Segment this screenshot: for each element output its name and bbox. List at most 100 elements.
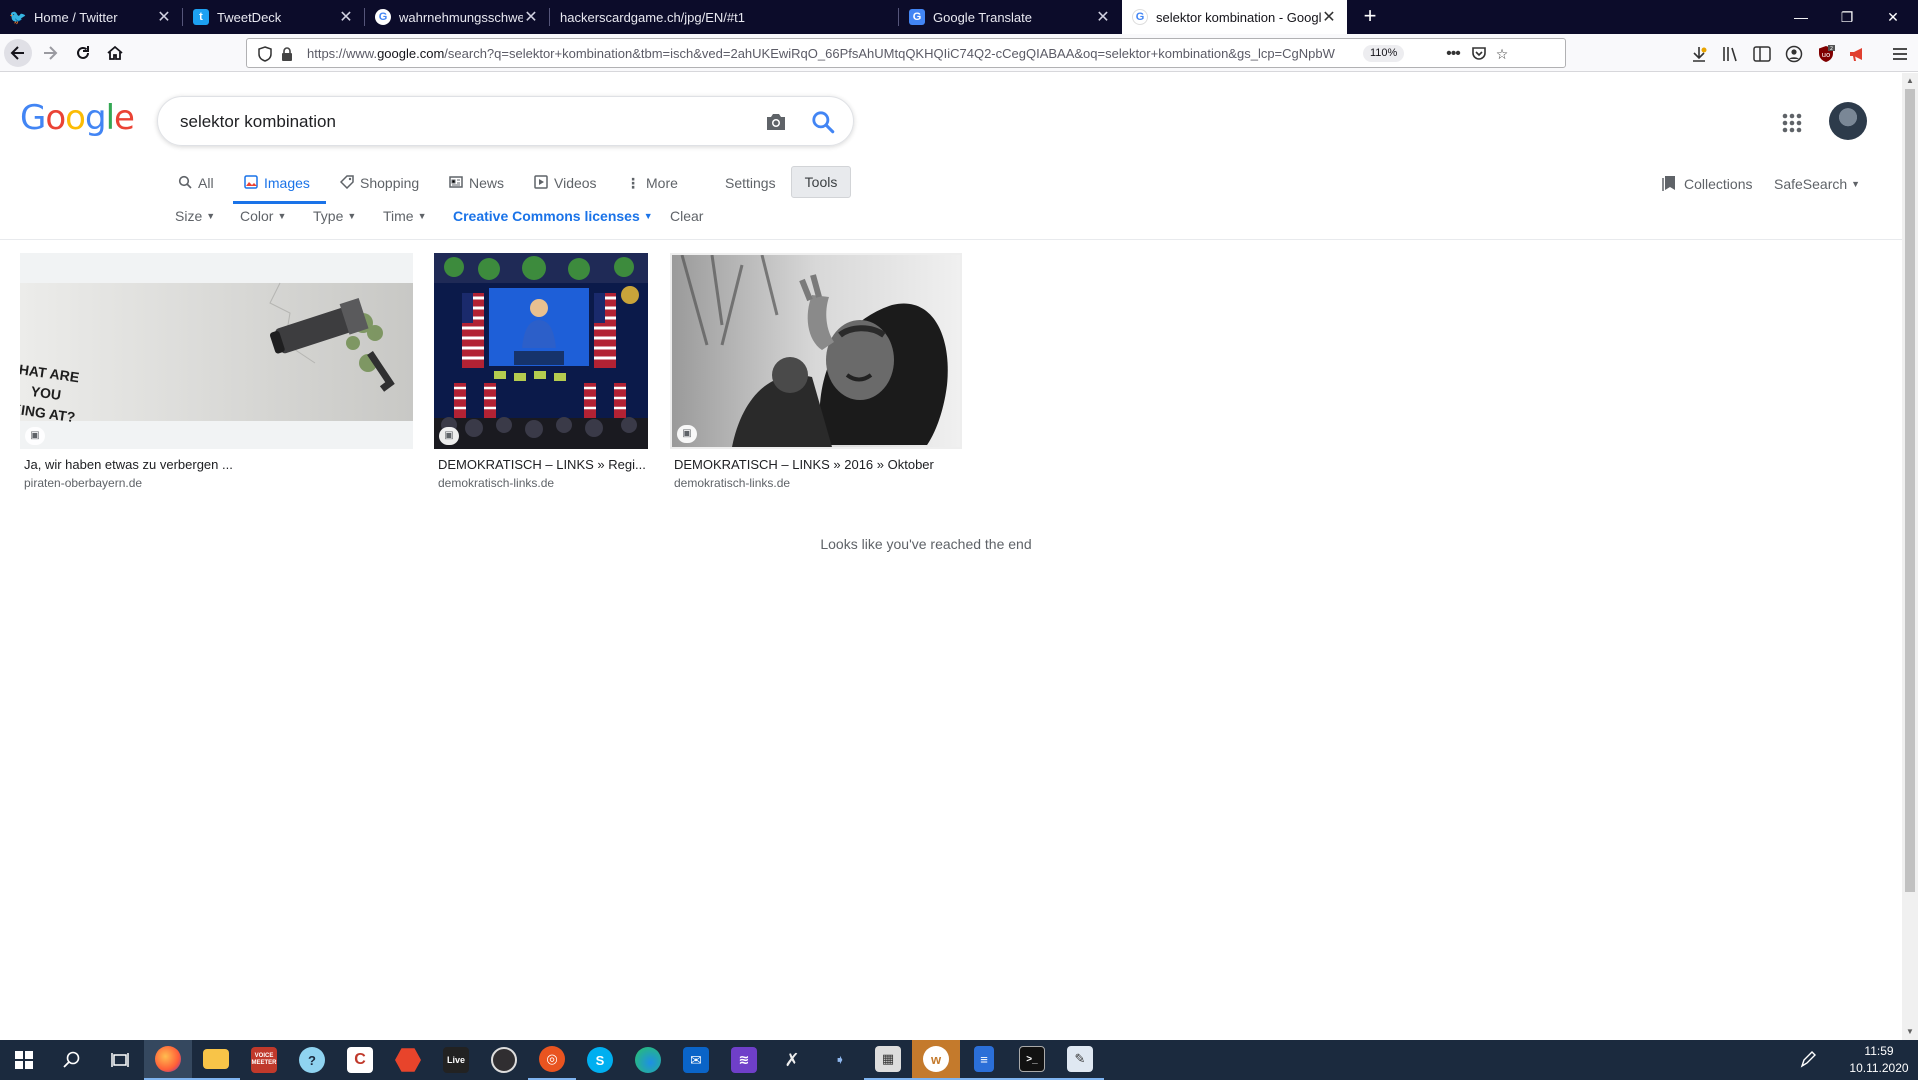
zoom-level-badge[interactable]: 110% <box>1363 45 1405 62</box>
search-box[interactable]: selektor kombination <box>157 96 854 146</box>
taskbar-app[interactable]: ≋ <box>720 1040 768 1080</box>
tab-selektor-kombination[interactable]: G selektor kombination - Google ✕ <box>1122 0 1347 34</box>
taskbar-ubuntu[interactable]: ◎ <box>528 1040 576 1080</box>
library-icon[interactable] <box>1720 43 1742 65</box>
filter-time[interactable]: Time ▼ <box>383 203 427 229</box>
reload-button[interactable] <box>69 39 97 67</box>
back-button[interactable] <box>4 39 32 67</box>
new-tab-button[interactable]: + <box>1355 0 1385 34</box>
tab-more[interactable]: ⋮ More <box>626 168 678 198</box>
tab-news[interactable]: News <box>449 168 504 198</box>
lock-icon[interactable] <box>277 44 297 64</box>
close-tab-icon[interactable]: ✕ <box>156 7 172 27</box>
task-view-button[interactable] <box>96 1040 144 1080</box>
tab-settings[interactable]: Settings <box>725 168 776 198</box>
restore-button[interactable]: ❐ <box>1824 0 1870 34</box>
taskbar-app[interactable] <box>384 1040 432 1080</box>
taskbar-file-explorer[interactable] <box>192 1040 240 1080</box>
image-result[interactable]: ▣ DEMOKRATISCH – LINKS » Regi... demokra… <box>434 253 648 490</box>
scroll-thumb[interactable] <box>1905 89 1915 892</box>
result-thumbnail[interactable]: ▣ <box>670 253 962 449</box>
downloads-icon[interactable] <box>1688 43 1710 65</box>
tab-hackerscardgame[interactable]: hackerscardgame.ch/jpg/EN/#t1 <box>550 0 898 34</box>
forward-button[interactable] <box>36 39 64 67</box>
tab-shopping[interactable]: Shopping <box>339 168 419 198</box>
result-title[interactable]: DEMOKRATISCH – LINKS » Regi... <box>438 457 652 472</box>
search-button[interactable] <box>48 1040 96 1080</box>
tools-button[interactable]: Tools <box>791 166 851 198</box>
filter-color[interactable]: Color ▼ <box>240 203 286 229</box>
search-input[interactable]: selektor kombination <box>180 112 336 132</box>
collections-link[interactable]: Collections <box>1662 169 1752 199</box>
account-icon[interactable] <box>1783 43 1805 65</box>
taskbar-voicemeeter[interactable]: VOICE MEETER <box>240 1040 288 1080</box>
image-result[interactable]: ▣ DEMOKRATISCH – LINKS » 2016 » Oktober … <box>670 253 962 490</box>
scroll-up-arrow-icon[interactable]: ▲ <box>1902 73 1918 89</box>
result-site[interactable]: demokratisch-links.de <box>674 476 790 490</box>
system-clock[interactable]: 11:59 10.11.2020 <box>1848 1043 1910 1077</box>
avatar[interactable] <box>1829 102 1867 140</box>
taskbar-docs[interactable]: ≡ <box>960 1040 1008 1080</box>
result-thumbnail[interactable]: ▣ <box>434 253 648 449</box>
tab-all[interactable]: All <box>178 168 214 198</box>
taskbar-skype[interactable]: S <box>576 1040 624 1080</box>
tab-home-twitter[interactable]: 🐦 Home / Twitter ✕ <box>0 0 182 34</box>
taskbar-mail[interactable]: ✉ <box>672 1040 720 1080</box>
filter-usage-rights[interactable]: Creative Commons licenses ▼ <box>453 203 653 229</box>
minimize-button[interactable]: — <box>1778 0 1824 34</box>
megaphone-extension-icon[interactable] <box>1846 43 1868 65</box>
filter-size[interactable]: Size ▼ <box>175 203 215 229</box>
tab-google-translate[interactable]: G Google Translate ✕ <box>899 0 1121 34</box>
start-button[interactable] <box>0 1040 48 1080</box>
taskbar-app[interactable]: C <box>336 1040 384 1080</box>
safesearch-dropdown[interactable]: SafeSearch ▼ <box>1774 169 1860 199</box>
filter-clear[interactable]: Clear <box>670 203 703 229</box>
result-title[interactable]: Ja, wir haben etwas zu verbergen ... <box>24 457 417 472</box>
google-logo[interactable]: Google <box>20 98 135 138</box>
close-tab-icon[interactable]: ✕ <box>338 7 354 27</box>
taskbar-app[interactable]: ? <box>288 1040 336 1080</box>
bookmark-star-icon[interactable]: ☆ <box>1492 44 1512 64</box>
result-thumbnail[interactable]: WHAT ARE YOU OKING AT? ▣ <box>20 253 413 449</box>
pocket-icon[interactable] <box>1469 44 1489 64</box>
home-button[interactable] <box>101 39 129 67</box>
page-actions-icon[interactable]: ••• <box>1443 44 1463 64</box>
filter-type[interactable]: Type ▼ <box>313 203 356 229</box>
camera-search-icon[interactable] <box>764 110 788 134</box>
tab-title: selektor kombination - Google <box>1156 9 1321 25</box>
close-window-button[interactable]: ✕ <box>1870 0 1916 34</box>
taskbar-app[interactable]: ▦ <box>864 1040 912 1080</box>
result-site[interactable]: demokratisch-links.de <box>438 476 554 490</box>
taskbar-obs[interactable] <box>480 1040 528 1080</box>
scroll-down-arrow-icon[interactable]: ▼ <box>1902 1024 1918 1040</box>
google-apps-icon[interactable] <box>1781 112 1803 134</box>
image-result[interactable]: WHAT ARE YOU OKING AT? ▣ Ja, wir haben e… <box>20 253 413 490</box>
taskbar-edge[interactable] <box>624 1040 672 1080</box>
ublock-origin-icon[interactable]: uo 2 <box>1815 43 1837 65</box>
close-tab-icon[interactable]: ✕ <box>523 7 539 27</box>
url-text[interactable]: https://www.google.com/search?q=selektor… <box>307 46 1347 61</box>
close-tab-icon[interactable]: ✕ <box>1321 7 1337 27</box>
pen-workspace-button[interactable] <box>1788 1040 1828 1080</box>
taskbar-notepad[interactable]: ✎ <box>1056 1040 1104 1080</box>
tab-wahrnehmungsschwelle[interactable]: G wahrnehmungsschwelle - Goog ✕ <box>365 0 549 34</box>
url-bar[interactable]: https://www.google.com/search?q=selektor… <box>246 38 1566 68</box>
result-title[interactable]: DEMOKRATISCH – LINKS » 2016 » Oktober <box>674 457 966 472</box>
taskbar-app[interactable]: ➧ <box>816 1040 864 1080</box>
tab-tweetdeck[interactable]: t TweetDeck ✕ <box>183 0 364 34</box>
sidebar-icon[interactable] <box>1751 43 1773 65</box>
tab-videos[interactable]: Videos <box>534 168 597 198</box>
taskbar-app[interactable]: ✗ <box>768 1040 816 1080</box>
tag-icon <box>339 174 354 192</box>
tab-images[interactable]: Images <box>244 168 310 198</box>
taskbar-firefox[interactable] <box>144 1040 192 1080</box>
tracking-protection-shield-icon[interactable] <box>255 44 275 64</box>
result-site[interactable]: piraten-oberbayern.de <box>24 476 142 490</box>
hamburger-menu-icon[interactable] <box>1889 43 1911 65</box>
close-tab-icon[interactable]: ✕ <box>1095 7 1111 27</box>
taskbar-app[interactable]: w <box>912 1040 960 1080</box>
taskbar-live[interactable]: Live <box>432 1040 480 1080</box>
taskbar-terminal[interactable]: >_ <box>1008 1040 1056 1080</box>
page-scrollbar[interactable]: ▲ ▼ <box>1902 73 1918 1040</box>
search-icon[interactable] <box>810 109 836 135</box>
